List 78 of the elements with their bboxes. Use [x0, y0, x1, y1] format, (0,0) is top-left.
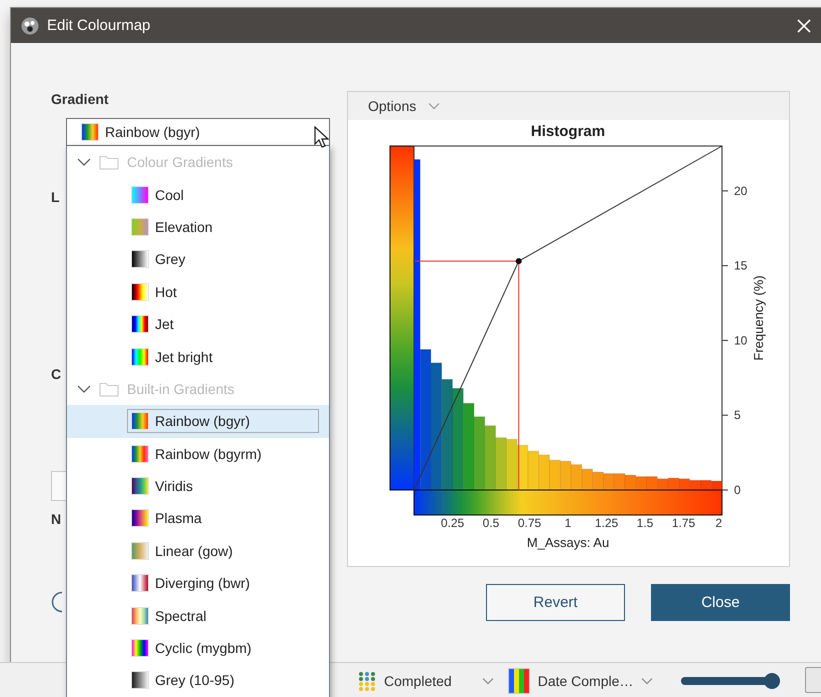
x-tick-label: 0.25: [440, 516, 464, 530]
gradient-swatch: [131, 606, 149, 625]
histogram-bar: [689, 480, 701, 490]
toggle-control[interactable]: [805, 667, 821, 693]
histogram-bar: [506, 438, 518, 490]
chart-title: Histogram: [530, 123, 606, 140]
histogram-bar: [570, 464, 582, 490]
gradient-label: Gradient: [51, 91, 109, 107]
gradient-swatch: [131, 509, 149, 528]
histogram-bar: [635, 476, 647, 490]
y-tick-label: 15: [734, 258, 748, 273]
histogram-bar: [516, 444, 528, 490]
colour-by-label[interactable]: Completed: [384, 672, 452, 688]
y-axis-label: Frequency (%): [751, 275, 766, 361]
x-tick-label: 1.25: [594, 516, 618, 530]
histogram-bar: [592, 472, 604, 490]
input-field[interactable]: [51, 471, 67, 501]
revert-button[interactable]: Revert: [486, 584, 625, 621]
field-label: C: [51, 366, 62, 382]
gradient-swatch: [131, 574, 149, 592]
gradient-swatch: [131, 444, 149, 463]
opacity-slider[interactable]: [681, 672, 778, 688]
gradient-swatch: [131, 412, 149, 430]
gradient-swatch: [131, 218, 149, 236]
options-menu[interactable]: Options: [368, 98, 440, 114]
close-icon[interactable]: [797, 18, 811, 32]
gradient-swatch: [131, 477, 149, 496]
histogram-bar: [538, 454, 550, 490]
folder-icon: [99, 154, 119, 170]
folder-icon: [99, 380, 119, 397]
histogram-bar: [495, 437, 507, 490]
window-title: Edit Colourmap: [47, 17, 150, 34]
x-axis-label: M_Assays: Au: [526, 535, 610, 550]
transfer-curve-drawing[interactable]: [414, 146, 722, 490]
x-tick-label: 1.75: [672, 516, 696, 530]
histogram-bar: [614, 473, 626, 490]
x-tick-label: 1.5: [636, 516, 654, 530]
chevron-down-icon: [428, 102, 440, 110]
histogram-bar: [484, 425, 496, 490]
histogram-bar: [678, 478, 690, 490]
y-tick-label: 20: [734, 184, 748, 198]
x-tick-label: 1: [564, 516, 572, 530]
y-tick-label: 10: [734, 333, 748, 348]
gradient-swatch: [131, 282, 149, 301]
histogram-bar: [657, 478, 668, 490]
x-tick-label: 2: [715, 516, 722, 530]
y-tick-label: 0: [734, 483, 741, 497]
histogram-bar: [582, 468, 593, 490]
histogram-bar: [560, 460, 572, 490]
app-logo-icon: [21, 16, 39, 34]
histogram-bar: [710, 480, 722, 490]
gradient-swatch: [131, 348, 149, 366]
histogram-bar: [549, 460, 561, 490]
histogram-bar: [603, 473, 614, 490]
close-button[interactable]: Close: [651, 584, 790, 621]
chevron-down-icon[interactable]: [482, 676, 494, 684]
y-tick-label: 5: [734, 408, 741, 422]
gradient-swatch: [131, 250, 149, 268]
chevron-down-icon[interactable]: [641, 676, 654, 684]
gradient-swatch: [131, 671, 149, 690]
histogram-bar: [528, 450, 540, 490]
gradient-swatch: [131, 639, 149, 658]
dot-grid-icon: [358, 670, 376, 690]
gradient-swatch: [131, 542, 149, 560]
histogram-bar: [646, 476, 658, 490]
gradient-swatch: [131, 315, 149, 334]
help-icon[interactable]: [51, 591, 63, 613]
histogram-bar: [624, 474, 636, 490]
histogram-bar: [668, 478, 680, 490]
field-label: N: [51, 511, 62, 527]
field-label: L: [51, 189, 60, 205]
x-tick-label: 0.75: [518, 516, 542, 530]
x-tick-label: 0.5: [482, 516, 500, 530]
histogram-bar: [700, 480, 712, 490]
gradient-swatch: [131, 186, 149, 204]
gradient-dropdown[interactable]: Rainbow (bgyr): [66, 118, 330, 146]
legend-label[interactable]: Date Comple…: [538, 672, 634, 688]
colour-legend-swatch: [508, 668, 530, 694]
